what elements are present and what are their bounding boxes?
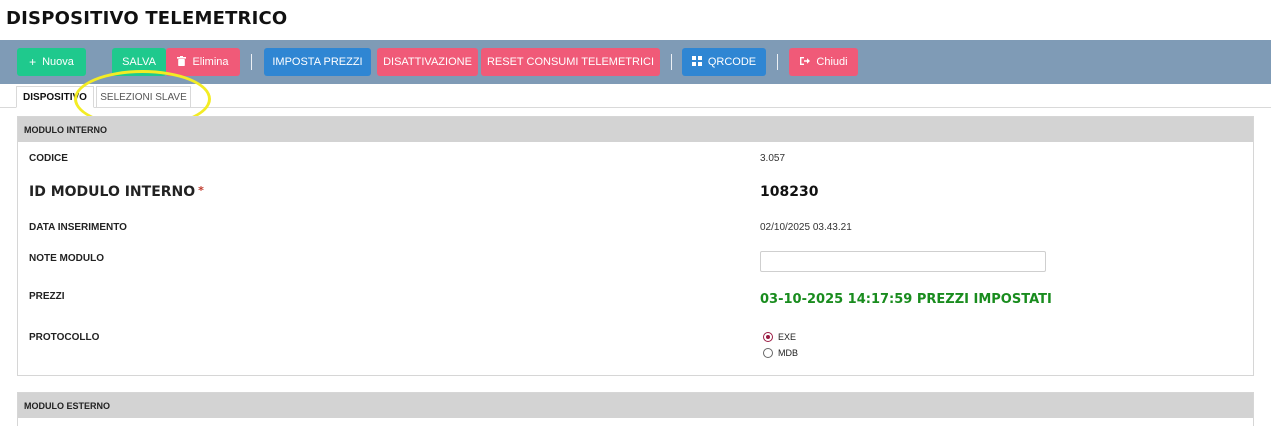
- radio-mdb[interactable]: MDB: [763, 348, 798, 358]
- reset-consumi-button[interactable]: RESET CONSUMI TELEMETRICI: [481, 48, 660, 76]
- qrcode-button[interactable]: QRCODE: [682, 48, 766, 76]
- plus-icon: +: [29, 55, 37, 69]
- chiudi-label: Chiudi: [816, 56, 848, 68]
- note-modulo-label: NOTE MODULO: [29, 253, 104, 264]
- chiudi-button[interactable]: Chiudi: [789, 48, 858, 76]
- nuova-label: Nuova: [42, 56, 74, 68]
- toolbar-divider: [671, 54, 672, 70]
- id-modulo-label-text: ID MODULO INTERNO: [29, 184, 196, 200]
- toolbar-divider: [777, 54, 778, 70]
- id-modulo-label: ID MODULO INTERNO *: [29, 184, 204, 200]
- trash-icon: [177, 56, 187, 68]
- modulo-esterno-panel: MODULO ESTERNO: [17, 392, 1254, 426]
- note-modulo-input[interactable]: [760, 251, 1046, 272]
- codice-label: CODICE: [29, 153, 68, 164]
- radio-button-selected[interactable]: [763, 332, 773, 342]
- imposta-prezzi-label: IMPOSTA PREZZI: [272, 56, 363, 68]
- id-modulo-value: 108230: [760, 184, 819, 200]
- disattivazione-label: DISATTIVAZIONE: [383, 56, 472, 68]
- panel-header: MODULO ESTERNO: [18, 393, 1253, 418]
- reset-consumi-label: RESET CONSUMI TELEMETRICI: [486, 56, 655, 68]
- toolbar-divider: [251, 54, 252, 70]
- disattivazione-button[interactable]: DISATTIVAZIONE: [377, 48, 478, 76]
- protocollo-label: PROTOCOLLO: [29, 332, 100, 343]
- prezzi-label: PREZZI: [29, 291, 65, 302]
- panel-header: MODULO INTERNO: [18, 117, 1253, 142]
- modulo-interno-panel: MODULO INTERNO CODICE 3.057 ID MODULO IN…: [17, 116, 1254, 376]
- sign-out-icon: [799, 56, 811, 68]
- radio-mdb-label: MDB: [778, 348, 798, 358]
- page-title: DISPOSITIVO TELEMETRICO: [6, 8, 288, 29]
- qrcode-icon: [691, 56, 702, 68]
- elimina-button[interactable]: Elimina: [166, 48, 240, 76]
- radio-exe[interactable]: EXE: [763, 332, 796, 342]
- radio-exe-label: EXE: [778, 332, 797, 342]
- radio-button[interactable]: [763, 348, 773, 358]
- elimina-label: Elimina: [192, 56, 229, 68]
- salva-label: SALVA: [122, 56, 156, 68]
- required-mark: *: [198, 184, 204, 197]
- data-inserimento-label: DATA INSERIMENTO: [29, 222, 127, 233]
- qrcode-label: QRCODE: [707, 56, 757, 68]
- data-inserimento-value: 02/10/2025 03.43.21: [760, 222, 852, 233]
- nuova-button[interactable]: + Nuova: [17, 48, 86, 76]
- codice-value: 3.057: [760, 153, 786, 164]
- prezzi-status: 03-10-2025 14:17:59 PREZZI IMPOSTATI: [760, 292, 1052, 307]
- imposta-prezzi-button[interactable]: IMPOSTA PREZZI: [264, 48, 371, 76]
